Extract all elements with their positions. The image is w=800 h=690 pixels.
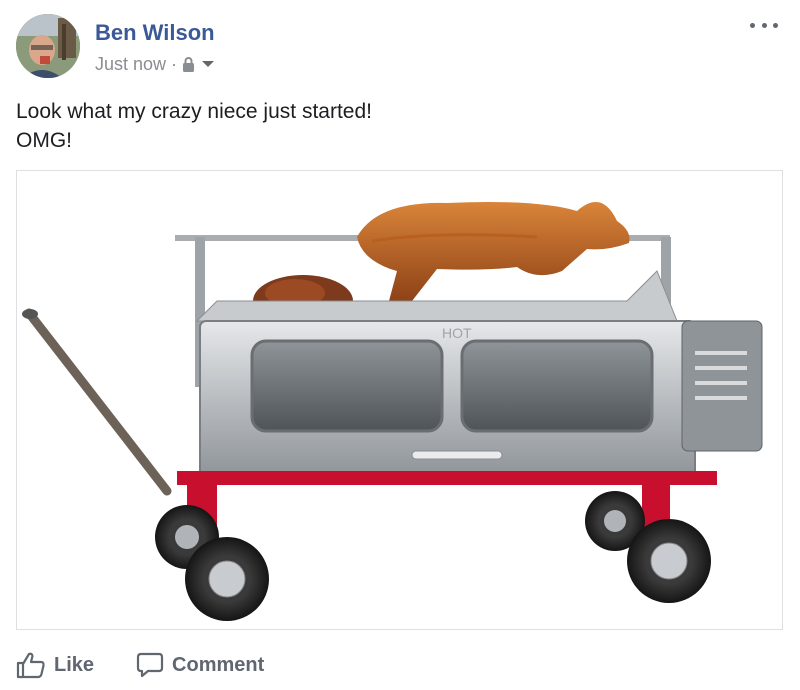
like-button[interactable]: Like	[16, 651, 94, 679]
post-actions: Like Comment	[16, 648, 306, 682]
post-meta: Just now ·	[95, 53, 215, 75]
post-message-line: Look what my crazy niece just started!	[16, 100, 372, 123]
meta-separator: ·	[171, 53, 178, 74]
author-name-link[interactable]: Ben Wilson	[95, 20, 215, 46]
audience-selector[interactable]	[182, 56, 215, 72]
ellipsis-icon-dot	[773, 22, 778, 28]
comment-label: Comment	[172, 653, 265, 676]
post-photo[interactable]: HOT	[16, 170, 783, 630]
ellipsis-icon-dot	[750, 22, 755, 28]
svg-text:HOT: HOT	[442, 325, 472, 341]
caret-down-icon	[202, 61, 215, 67]
avatar-photo	[16, 14, 80, 78]
lock-icon	[183, 56, 195, 72]
more-options-button[interactable]	[750, 14, 778, 36]
like-label: Like	[54, 653, 95, 676]
feed-post: Ben Wilson Just now · Look what my crazy…	[0, 0, 800, 690]
comment-button[interactable]: Comment	[136, 651, 264, 679]
roaster-cart-image: HOT	[22, 202, 763, 621]
author-avatar[interactable]	[16, 14, 80, 78]
post-message-line: OMG!	[16, 129, 72, 152]
thumbs-up-icon	[16, 652, 45, 679]
post-timestamp[interactable]: Just now	[95, 54, 166, 75]
ellipsis-icon-dot	[761, 22, 767, 28]
speech-bubble-icon	[136, 652, 164, 678]
post-message: Look what my crazy niece just started! O…	[16, 97, 776, 155]
